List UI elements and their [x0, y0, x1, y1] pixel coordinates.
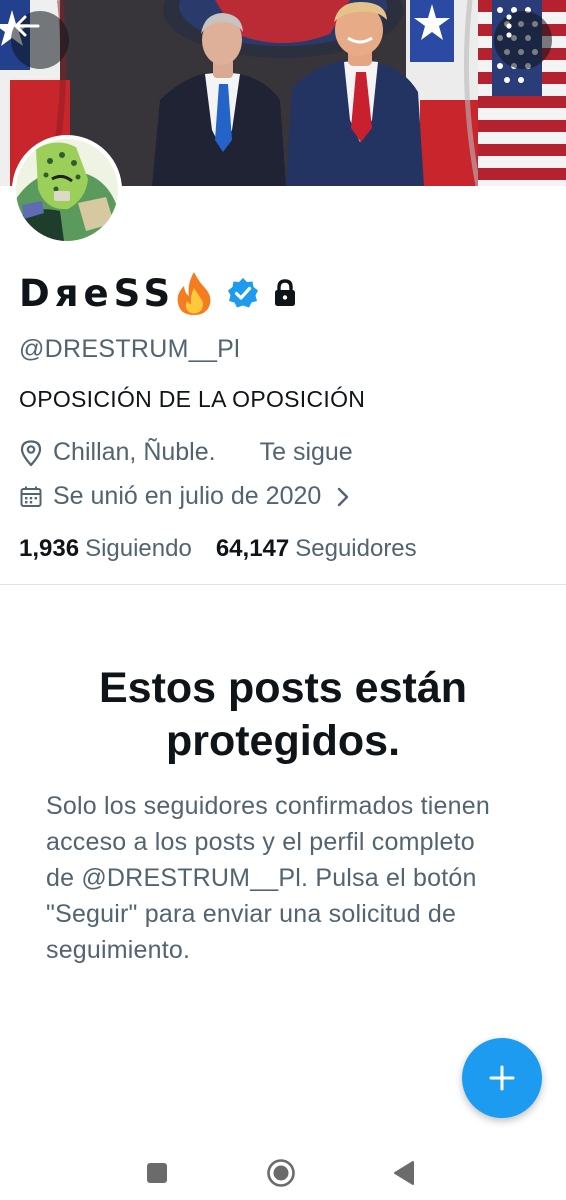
more-options-button[interactable]	[494, 11, 552, 69]
chevron-right-icon	[338, 487, 349, 506]
calendar-icon	[20, 486, 42, 507]
lock-icon	[275, 279, 296, 306]
profile-location-row: Chillan, Ñuble. Te sigue	[19, 438, 353, 467]
profile-name-row: DяeSS	[19, 266, 298, 320]
display-name: DяeSS	[19, 271, 176, 315]
followers-stat[interactable]: 64,147 Seguidores	[216, 535, 417, 563]
avatar-image	[16, 139, 118, 241]
vertical-dots-icon	[506, 14, 512, 38]
system-navigation-bar	[0, 1146, 566, 1200]
back-button[interactable]	[11, 11, 69, 69]
map-pin-icon	[20, 439, 42, 466]
following-stat[interactable]: 1,936 Siguiendo	[19, 535, 192, 563]
square-icon	[147, 1163, 167, 1183]
following-count: 1,936	[19, 535, 80, 562]
home-button[interactable]	[251, 1146, 311, 1200]
arrow-left-icon	[14, 15, 40, 37]
follows-you-label: Te sigue	[259, 438, 353, 466]
profile-handle: @DRESTRUM__Pl	[19, 335, 240, 363]
compose-post-button[interactable]	[462, 1038, 542, 1118]
profile-page: DяeSS @DRESTRUM__Pl OPOSICIÓN DE LA OPOS…	[0, 0, 566, 1200]
avatar[interactable]	[12, 135, 122, 245]
system-back-button[interactable]	[374, 1146, 434, 1200]
protected-posts-title: Estos posts están protegidos.	[99, 664, 467, 765]
verified-badge-icon	[228, 278, 259, 308]
profile-joined-row[interactable]: Se unió en julio de 2020	[19, 482, 351, 511]
profile-location: Chillan, Ñuble.	[53, 438, 216, 466]
profile-stats: 1,936 Siguiendo 64,147 Seguidores	[19, 535, 417, 563]
profile-bio: OPOSICIÓN DE LA OPOSICIÓN	[19, 386, 366, 412]
fire-emoji	[177, 272, 211, 315]
triangle-back-icon	[394, 1161, 414, 1185]
circle-icon	[267, 1159, 295, 1187]
following-label: Siguiendo	[85, 535, 192, 562]
recents-button[interactable]	[127, 1146, 187, 1200]
plus-icon	[489, 1065, 515, 1091]
protected-posts-message: Solo los seguidores confirmados tienen a…	[46, 792, 490, 964]
profile-joined-date: Se unió en julio de 2020	[53, 482, 322, 510]
followers-label: Seguidores	[295, 535, 417, 562]
followers-count: 64,147	[215, 535, 290, 562]
profile-divider	[0, 584, 566, 585]
